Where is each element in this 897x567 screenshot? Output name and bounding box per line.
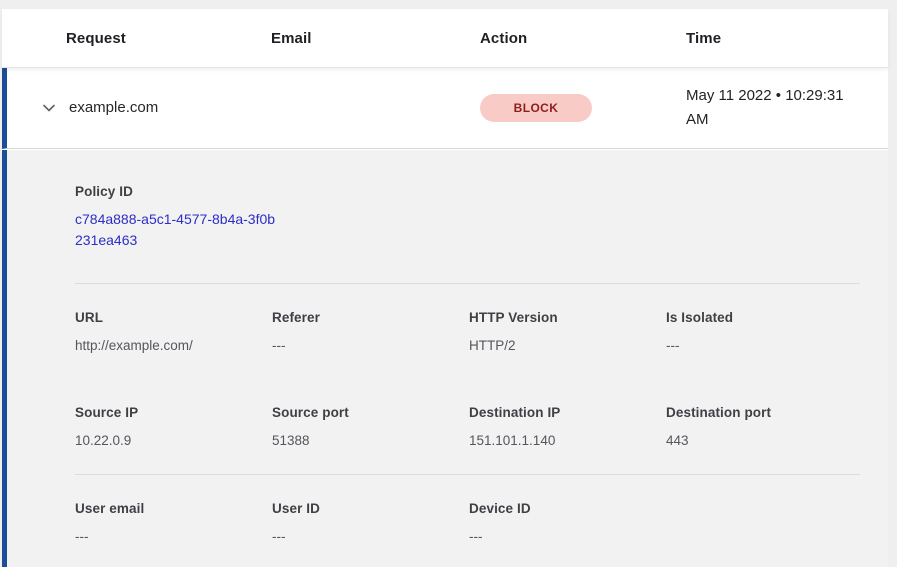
detail-label: Source IP xyxy=(75,405,272,420)
detail-value: --- xyxy=(666,338,863,353)
detail-value: HTTP/2 xyxy=(469,338,666,353)
detail-value: 10.22.0.9 xyxy=(75,433,272,448)
detail-field-http-version: HTTP Version HTTP/2 xyxy=(469,310,666,353)
detail-label: Destination IP xyxy=(469,405,666,420)
log-row-request-cell: example.com xyxy=(41,99,271,116)
detail-field-referer: Referer --- xyxy=(272,310,469,353)
detail-field-url: URL http://example.com/ xyxy=(75,310,272,353)
detail-value: 443 xyxy=(666,433,863,448)
detail-field-source-ip: Source IP 10.22.0.9 xyxy=(75,405,272,448)
detail-value: --- xyxy=(272,529,469,544)
column-header-action: Action xyxy=(480,30,686,47)
detail-label: User ID xyxy=(272,501,469,516)
log-row-action-cell: BLOCK xyxy=(480,94,686,122)
detail-label: Is Isolated xyxy=(666,310,863,325)
log-table-row[interactable]: example.com BLOCK May 11 2022 • 10:29:31… xyxy=(2,67,888,149)
block-status-badge: BLOCK xyxy=(480,94,592,122)
detail-field-device-id: Device ID --- xyxy=(469,501,666,544)
column-header-time: Time xyxy=(686,30,888,47)
detail-value: http://example.com/ xyxy=(75,338,272,353)
detail-value: --- xyxy=(469,529,666,544)
log-row-request: example.com xyxy=(69,99,158,116)
detail-label: Destination port xyxy=(666,405,863,420)
detail-field-user-id: User ID --- xyxy=(272,501,469,544)
request-details-grid: URL http://example.com/ Referer --- HTTP… xyxy=(75,284,860,448)
policy-id-label: Policy ID xyxy=(75,184,860,199)
detail-field-is-isolated: Is Isolated --- xyxy=(666,310,863,353)
detail-value: --- xyxy=(75,529,272,544)
policy-id-section: Policy ID c784a888-a5c1-4577-8b4a-3f0b23… xyxy=(75,184,860,251)
detail-label: Source port xyxy=(272,405,469,420)
chevron-down-icon[interactable] xyxy=(41,100,57,116)
detail-value: 151.101.1.140 xyxy=(469,433,666,448)
log-table-card: Request Email Action Time example.com BL… xyxy=(2,9,888,567)
gateway-logs-page: Request Email Action Time example.com BL… xyxy=(0,0,897,567)
detail-label: URL xyxy=(75,310,272,325)
detail-field-user-email: User email --- xyxy=(75,501,272,544)
table-header: Request Email Action Time xyxy=(2,9,888,67)
column-header-email: Email xyxy=(271,30,480,47)
detail-value: 51388 xyxy=(272,433,469,448)
policy-id-link[interactable]: c784a888-a5c1-4577-8b4a-3f0b231ea463 xyxy=(75,209,280,251)
log-row-time: May 11 2022 • 10:29:31 AM xyxy=(686,84,868,132)
detail-field-source-port: Source port 51388 xyxy=(272,405,469,448)
detail-field-destination-ip: Destination IP 151.101.1.140 xyxy=(469,405,666,448)
log-row-details-panel: Policy ID c784a888-a5c1-4577-8b4a-3f0b23… xyxy=(2,150,888,567)
column-header-request: Request xyxy=(66,30,271,47)
detail-field-destination-port: Destination port 443 xyxy=(666,405,863,448)
detail-label: User email xyxy=(75,501,272,516)
detail-label: HTTP Version xyxy=(469,310,666,325)
detail-label: Referer xyxy=(272,310,469,325)
detail-label: Device ID xyxy=(469,501,666,516)
detail-value: --- xyxy=(272,338,469,353)
user-details-grid: User email --- User ID --- Device ID --- xyxy=(75,475,860,544)
